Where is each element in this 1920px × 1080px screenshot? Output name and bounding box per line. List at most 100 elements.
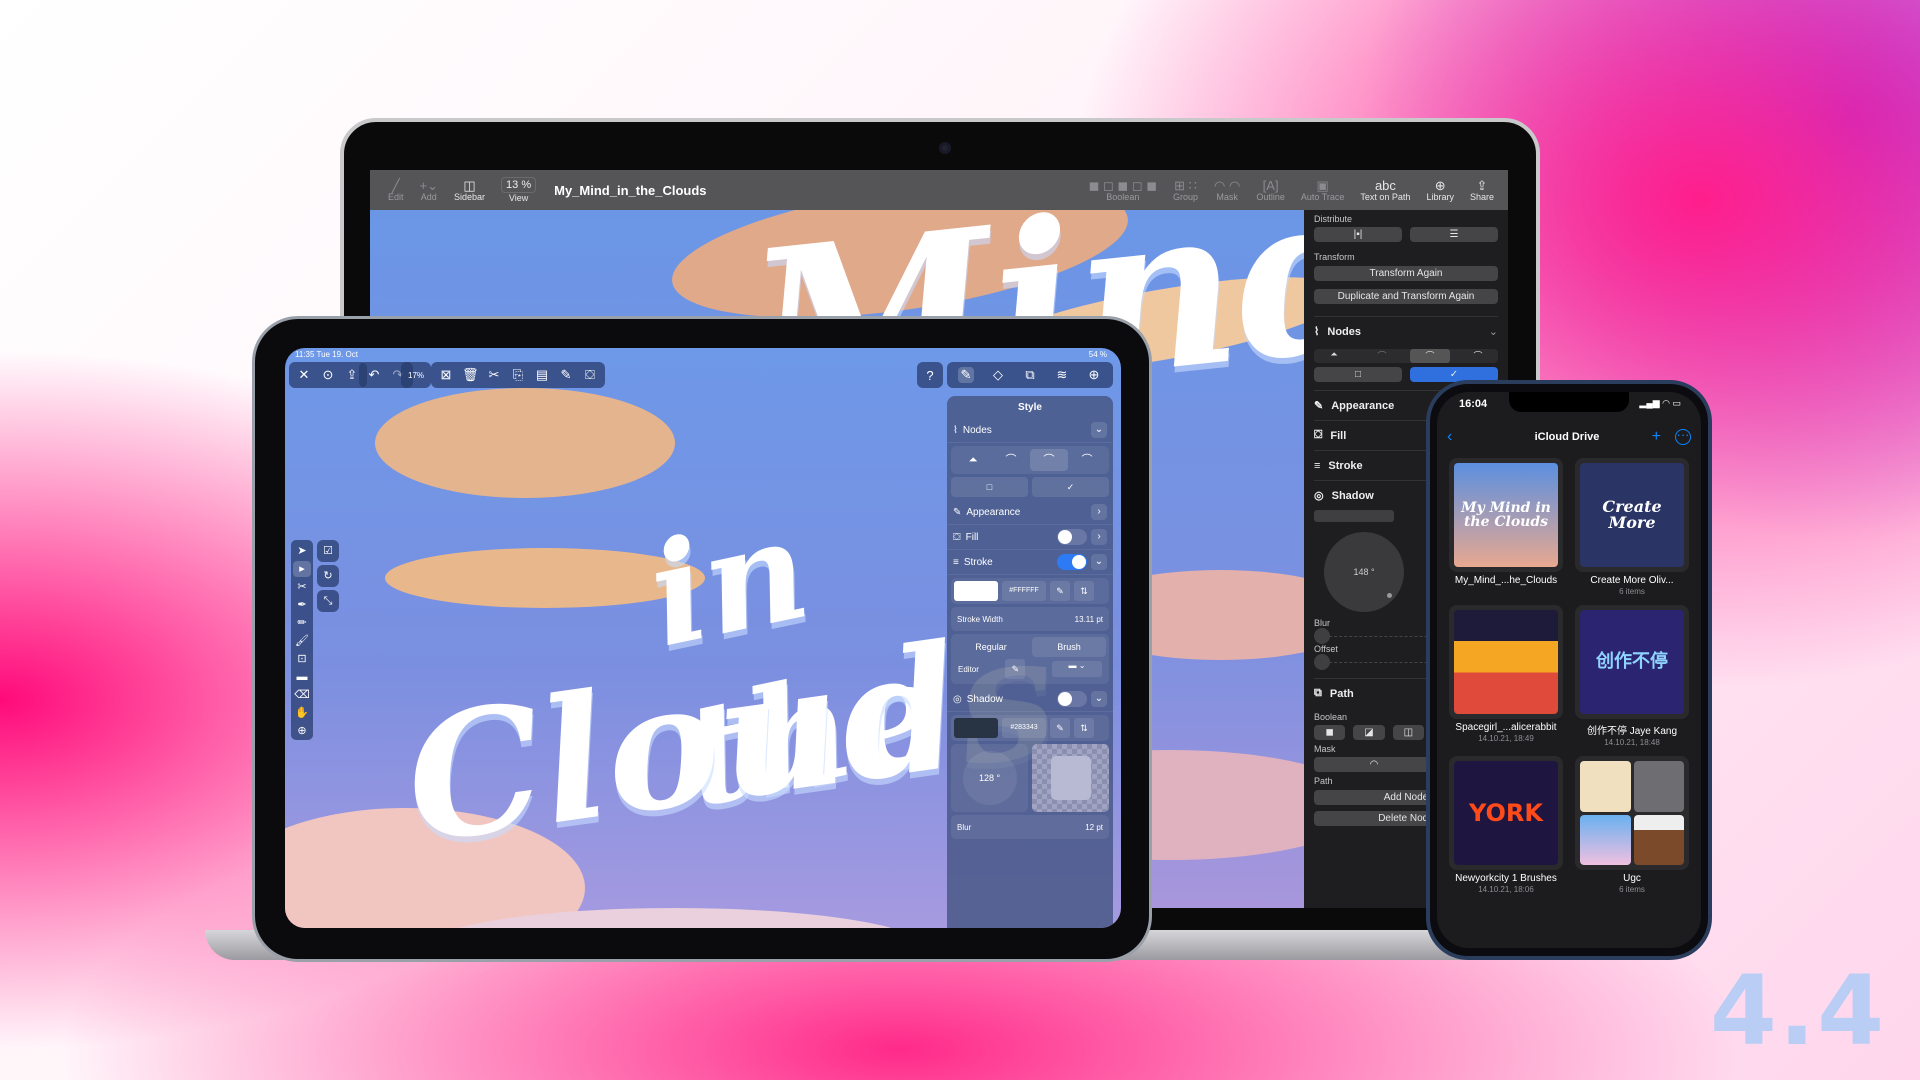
node-box-button[interactable]: □ — [1314, 367, 1402, 382]
pen-tool-icon[interactable]: ✒ — [297, 597, 306, 613]
file-item[interactable]: 创作不停 创作不停 Jaye Kang 14.10.21, 18:48 — [1575, 605, 1689, 750]
node-sharp-icon[interactable]: ⏶ — [1314, 349, 1354, 363]
trash-icon[interactable]: 🗑 — [462, 367, 479, 383]
pencil-tool-icon[interactable]: ✏ — [297, 615, 306, 631]
nodes-row[interactable]: ⌇ Nodes ⌄ — [947, 418, 1113, 443]
file-item[interactable]: Spacegirl_...alicerabbit 14.10.21, 18:49 — [1449, 605, 1563, 750]
fill-toggle[interactable] — [1057, 529, 1087, 545]
quick-check-icon[interactable]: ☑ — [317, 540, 339, 562]
file-item[interactable]: My Mind in the Clouds My_Mind_...he_Clou… — [1449, 458, 1563, 599]
brush-tool-icon[interactable]: 🖌 — [295, 633, 309, 649]
text-tool-icon[interactable]: ⊡ — [297, 651, 306, 667]
mode-regular-button[interactable]: Regular — [954, 637, 1028, 657]
file-item[interactable]: YORK Newyorkcity 1 Brushes 14.10.21, 18:0… — [1449, 756, 1563, 897]
group-button[interactable]: ⊞ ∷ Group — [1173, 178, 1198, 202]
help-button[interactable]: ? — [917, 362, 943, 388]
layers-tab-icon[interactable]: ≋ — [1054, 367, 1070, 383]
style-tab-icon[interactable]: ✎ — [958, 367, 974, 383]
union-button[interactable]: ◼ — [1314, 725, 1346, 740]
zoom-tool-icon[interactable]: ⊕ — [297, 723, 306, 739]
file-item[interactable]: Create More Create More Oliv... 6 items — [1575, 458, 1689, 599]
chevron-right-icon[interactable]: › — [1091, 529, 1107, 545]
copy-icon[interactable]: ⎘ — [510, 367, 526, 383]
node-mirrored-icon[interactable]: ⌒ — [1030, 449, 1068, 471]
copy-style-icon[interactable]: ✎ — [558, 367, 574, 383]
hand-tool-icon[interactable]: ✋ — [295, 705, 309, 721]
appearance-row[interactable]: ✎ Appearance › — [947, 500, 1113, 525]
distribute-horizontal-button[interactable]: |▪| — [1314, 227, 1402, 242]
node-mirrored-icon[interactable]: ⌒ — [1410, 349, 1450, 363]
sidebar-button[interactable]: ◫ Sidebar — [454, 178, 485, 202]
library-button[interactable]: ⊕ Library — [1426, 178, 1454, 202]
eraser-tool-icon[interactable]: ⌫ — [294, 687, 310, 703]
paste-style-icon[interactable]: ⛋ — [582, 367, 598, 383]
play-icon[interactable]: ⊙ — [320, 367, 336, 383]
more-icon[interactable]: ··· — [1675, 428, 1691, 445]
path-tab-icon[interactable]: ⧉ — [1022, 367, 1038, 383]
auto-trace-button[interactable]: ▣ Auto Trace — [1301, 178, 1345, 202]
rotate-icon[interactable]: ↻ — [317, 565, 339, 587]
resize-icon[interactable]: ⤡ — [317, 590, 339, 612]
node-straight-icon[interactable]: ⌒ — [992, 449, 1030, 471]
eyedropper-icon[interactable]: ✎ — [1050, 718, 1070, 738]
subtract-button[interactable]: ◪ — [1353, 725, 1385, 740]
shadow-color-swatch[interactable] — [954, 718, 998, 738]
arrange-tab-icon[interactable]: ◇ — [990, 367, 1006, 383]
node-box-button[interactable]: □ — [951, 477, 1028, 497]
add-icon[interactable]: + — [1652, 428, 1661, 446]
add-button[interactable]: +⌄ Add — [420, 178, 438, 202]
folder-item[interactable]: Ugc 6 items — [1575, 756, 1689, 897]
zoom-indicator[interactable]: 17% — [401, 362, 432, 388]
boolean-button[interactable]: ◼ ◻ ◼ ◻ ◼ Boolean — [1089, 178, 1157, 202]
stroke-color-swatch[interactable] — [954, 581, 998, 601]
close-icon[interactable]: ✕ — [296, 367, 312, 383]
nodes-section[interactable]: ⌇ Nodes ⌄ — [1314, 316, 1498, 346]
edit-button[interactable]: ╱ Edit — [388, 178, 404, 202]
swap-icon[interactable]: ⇅ — [1074, 581, 1094, 601]
shadow-row[interactable]: ◎ Shadow ⌄ — [947, 687, 1113, 712]
view-zoom-button[interactable]: 13 % View — [501, 177, 537, 203]
shadow-angle-dial[interactable]: 148 ° — [1324, 532, 1404, 612]
add-library-icon[interactable]: ⊕ — [1086, 367, 1102, 383]
node-tool-icon[interactable]: ▸ — [293, 561, 311, 577]
deselect-icon[interactable]: ⊠ — [438, 367, 454, 383]
node-confirm-button[interactable]: ✓ — [1032, 477, 1109, 497]
undo-icon[interactable]: ↶ — [366, 367, 382, 383]
share-icon[interactable]: ⇪ — [344, 367, 360, 383]
swap-icon[interactable]: ⇅ — [1074, 718, 1094, 738]
duplicate-transform-button[interactable]: Duplicate and Transform Again — [1314, 289, 1498, 304]
chevron-down-icon[interactable]: ⌄ — [1091, 422, 1107, 438]
brush-style-dropdown[interactable]: ▬ ⌄ — [1052, 661, 1102, 677]
shadow-angle-dial[interactable]: 128 ° — [951, 744, 1028, 812]
node-straight-icon[interactable]: ⌒ — [1362, 349, 1402, 363]
chevron-down-icon[interactable]: ⌄ — [1091, 691, 1107, 707]
stroke-hex-field[interactable]: #FFFFFF — [1002, 581, 1046, 601]
intersect-button[interactable]: ◫ — [1392, 725, 1424, 740]
stroke-row[interactable]: ≡ Stroke ⌄ — [947, 550, 1113, 575]
mask-button[interactable]: ◠ ◠ Mask — [1214, 178, 1240, 202]
node-asymmetric-icon[interactable]: ⌒ — [1068, 449, 1106, 471]
brush-editor-icon[interactable]: ✎ — [1005, 659, 1026, 679]
chevron-down-icon[interactable]: ⌄ — [1091, 554, 1107, 570]
fill-row[interactable]: ⛋ Fill › — [947, 525, 1113, 550]
shape-tool-icon[interactable]: ▬ — [297, 669, 308, 685]
back-chevron-icon[interactable]: ‹ — [1447, 428, 1452, 446]
mode-brush-button[interactable]: Brush — [1032, 637, 1106, 657]
paste-icon[interactable]: ▤ — [534, 367, 550, 383]
shadow-blur-slider[interactable]: Blur 12 pt — [951, 815, 1109, 839]
shadow-toggle[interactable] — [1057, 691, 1087, 707]
node-sharp-icon[interactable]: ⏶ — [954, 449, 992, 471]
share-button[interactable]: ⇪ Share — [1470, 178, 1494, 202]
shadow-color-swatch[interactable] — [1314, 510, 1394, 522]
scissors-tool-icon[interactable]: ✂ — [297, 579, 306, 595]
node-asymmetric-icon[interactable]: ⌒ — [1458, 349, 1498, 363]
outline-button[interactable]: [A] Outline — [1256, 178, 1285, 202]
stroke-width-slider[interactable]: Stroke Width 13.11 pt — [951, 607, 1109, 631]
chevron-right-icon[interactable]: › — [1091, 504, 1107, 520]
text-on-path-button[interactable]: abc Text on Path — [1360, 178, 1410, 202]
mask-button-side[interactable]: ◠ — [1314, 757, 1434, 772]
distribute-vertical-button[interactable]: ☰ — [1410, 227, 1498, 242]
eyedropper-icon[interactable]: ✎ — [1050, 581, 1070, 601]
stroke-toggle[interactable] — [1057, 554, 1087, 570]
selection-tool-icon[interactable]: ➤ — [297, 543, 306, 559]
